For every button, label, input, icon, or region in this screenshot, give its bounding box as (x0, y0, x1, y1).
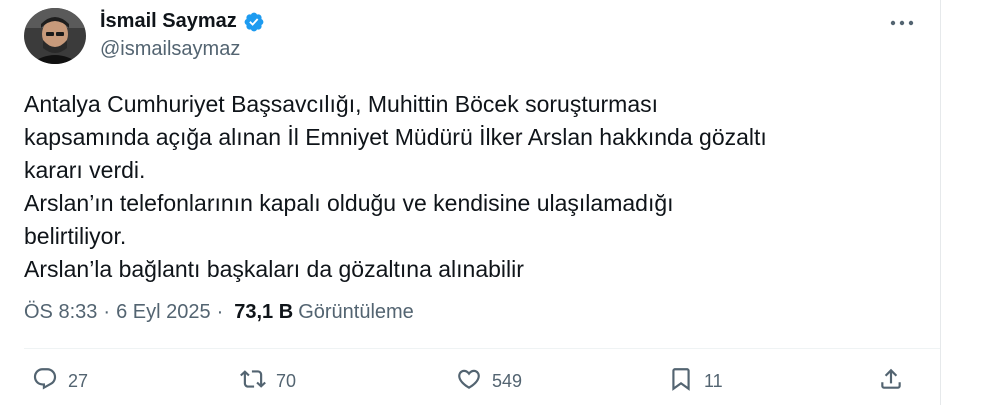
tweet-line: Arslan’la bağlantı başkaları da gözaltın… (24, 256, 524, 282)
tweet-date[interactable]: 6 Eyl 2025 (116, 301, 211, 324)
timeline-border (940, 0, 941, 405)
divider (24, 348, 940, 349)
like-icon (456, 366, 482, 397)
action-bar: 27 70 549 11 (0, 366, 940, 402)
author-handle[interactable]: @ismailsaymaz (100, 38, 240, 61)
tweet-line: Antalya Cumhuriyet Başsavcılığı, Muhitti… (24, 91, 659, 117)
bookmark-button[interactable]: 11 (668, 366, 723, 397)
tweet-line: kapsamında açığa alınan İl Emniyet Müdür… (24, 124, 767, 150)
share-icon (878, 366, 904, 397)
tweet-line: Arslan’ın telefonlarının kapalı olduğu v… (24, 190, 674, 216)
reply-icon (32, 366, 58, 397)
author-name-row[interactable]: İsmail Saymaz (100, 10, 265, 33)
like-count: 549 (492, 371, 523, 391)
share-button[interactable] (878, 366, 904, 397)
tweet-meta: ÖS 8:33 · 6 Eyl 2025 · 73,1 B Görüntülem… (24, 301, 414, 324)
bookmark-icon (668, 366, 694, 397)
display-name[interactable]: İsmail Saymaz (100, 10, 237, 33)
avatar[interactable] (24, 8, 86, 64)
views-label: Görüntüleme (298, 301, 414, 323)
tweet-time[interactable]: ÖS 8:33 (24, 301, 97, 324)
views-count: 73,1 B (234, 301, 294, 323)
tweet-text: Antalya Cumhuriyet Başsavcılığı, Muhitti… (24, 88, 924, 286)
tweet-line: belirtiliyor. (24, 223, 127, 249)
bookmark-count: 11 (704, 371, 723, 391)
tweet-line: kararı verdi. (24, 157, 146, 183)
repost-button[interactable]: 70 (240, 366, 296, 397)
repost-count: 70 (276, 371, 297, 391)
repost-icon (240, 366, 266, 397)
verified-badge-icon (243, 11, 265, 33)
more-options-icon[interactable] (888, 16, 916, 30)
meta-separator: · (103, 301, 111, 323)
meta-separator: · (216, 301, 224, 323)
like-button[interactable]: 549 (456, 366, 522, 397)
reply-count: 27 (68, 371, 89, 391)
reply-button[interactable]: 27 (32, 366, 88, 397)
